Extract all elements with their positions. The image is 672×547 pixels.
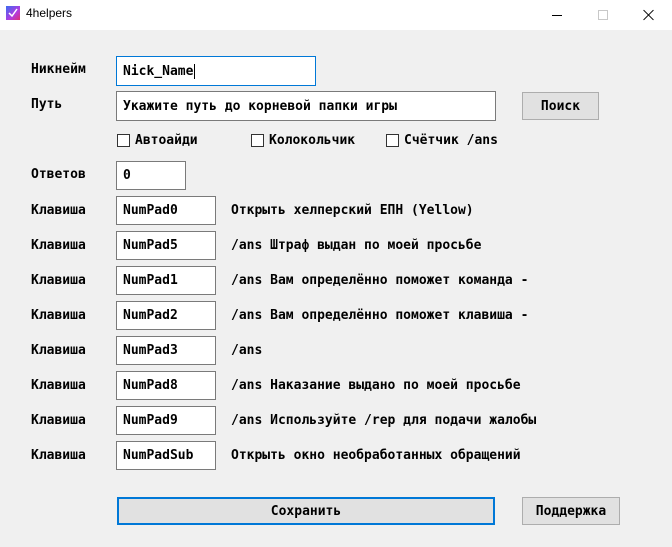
save-button[interactable]: Сохранить xyxy=(117,497,495,525)
keybind-key-input-2[interactable]: NumPad5 xyxy=(116,231,216,260)
window-title: 4helpers xyxy=(26,6,73,20)
checkbox-auto-id[interactable]: Автоайди xyxy=(117,133,198,148)
checkbox-ans-counter[interactable]: Счётчик /ans xyxy=(386,133,498,148)
checkbox-box xyxy=(251,134,264,147)
text-caret xyxy=(194,63,196,79)
keybind-key-4: NumPad2 xyxy=(123,308,178,323)
keybind-key-input-3[interactable]: NumPad1 xyxy=(116,266,216,295)
keybind-key-input-1[interactable]: NumPad0 xyxy=(116,196,216,225)
maximize-button xyxy=(580,0,626,30)
keybind-label-1: Клавиша xyxy=(31,203,86,218)
keybind-text-3: /ans Вам определённо поможет команда - xyxy=(231,273,529,288)
keybind-key-7: NumPad9 xyxy=(123,413,178,428)
checkbox-bell[interactable]: Колокольчик xyxy=(251,133,355,148)
keybind-text-8: Открыть окно необработанных обращений xyxy=(231,448,521,463)
keybind-key-3: NumPad1 xyxy=(123,273,178,288)
path-input[interactable]: Укажите путь до корневой папки игры xyxy=(116,91,496,121)
answers-label: Ответов xyxy=(31,167,86,182)
keybind-text-7: /ans Используйте /rep для подачи жалобы xyxy=(231,413,537,428)
keybind-label-8: Клавиша xyxy=(31,448,86,463)
keybind-key-8: NumPadSub xyxy=(123,448,194,463)
nickname-label: Никнейм xyxy=(31,62,86,77)
keybind-key-5: NumPad3 xyxy=(123,343,178,358)
keybind-text-4: /ans Вам определённо поможет клавиша - xyxy=(231,308,529,323)
checkbox-ans-counter-label: Счётчик /ans xyxy=(404,133,498,148)
nickname-input[interactable]: Nick_Name xyxy=(116,56,316,86)
checkbox-bell-label: Колокольчик xyxy=(269,133,356,148)
nickname-value: Nick_Name xyxy=(123,63,194,79)
path-value: Укажите путь до корневой папки игры xyxy=(123,98,397,114)
keybind-label-7: Клавиша xyxy=(31,413,86,428)
path-label: Путь xyxy=(31,97,63,112)
keybind-key-1: NumPad0 xyxy=(123,203,178,218)
app-logo-icon xyxy=(6,6,20,20)
keybind-text-6: /ans Наказание выдано по моей просьбе xyxy=(231,378,521,393)
checkbox-box xyxy=(117,134,130,147)
maximize-icon xyxy=(598,10,608,20)
close-button[interactable] xyxy=(626,0,672,30)
minimize-button[interactable] xyxy=(534,0,580,30)
keybind-label-5: Клавиша xyxy=(31,343,86,358)
close-icon xyxy=(643,9,655,21)
keybind-label-6: Клавиша xyxy=(31,378,86,393)
title-bar[interactable]: 4helpers xyxy=(0,0,672,30)
keybind-text-1: Открыть хелперский ЕПН (Yellow) xyxy=(231,203,474,218)
keybind-label-2: Клавиша xyxy=(31,238,86,253)
keybind-text-5: /ans xyxy=(231,343,263,358)
answers-input[interactable]: 0 xyxy=(116,161,186,190)
search-button[interactable]: Поиск xyxy=(522,92,599,120)
keybind-label-4: Клавиша xyxy=(31,308,86,323)
checkbox-auto-id-label: Автоайди xyxy=(135,133,198,148)
keybind-key-input-8[interactable]: NumPadSub xyxy=(116,441,216,470)
checkbox-box xyxy=(386,134,399,147)
keybind-key-2: NumPad5 xyxy=(123,238,178,253)
keybind-key-input-5[interactable]: NumPad3 xyxy=(116,336,216,365)
keybind-key-input-7[interactable]: NumPad9 xyxy=(116,406,216,435)
keybind-key-6: NumPad8 xyxy=(123,378,178,393)
minimize-icon xyxy=(552,14,562,16)
support-button[interactable]: Поддержка xyxy=(522,497,620,525)
keybind-label-3: Клавиша xyxy=(31,273,86,288)
keybind-key-input-6[interactable]: NumPad8 xyxy=(116,371,216,400)
keybind-key-input-4[interactable]: NumPad2 xyxy=(116,301,216,330)
answers-value: 0 xyxy=(123,168,131,183)
keybind-text-2: /ans Штраф выдан по моей просьбе xyxy=(231,238,482,253)
app-window: 4helpers Никнейм Nick_Name Путь Укажите … xyxy=(0,0,672,547)
